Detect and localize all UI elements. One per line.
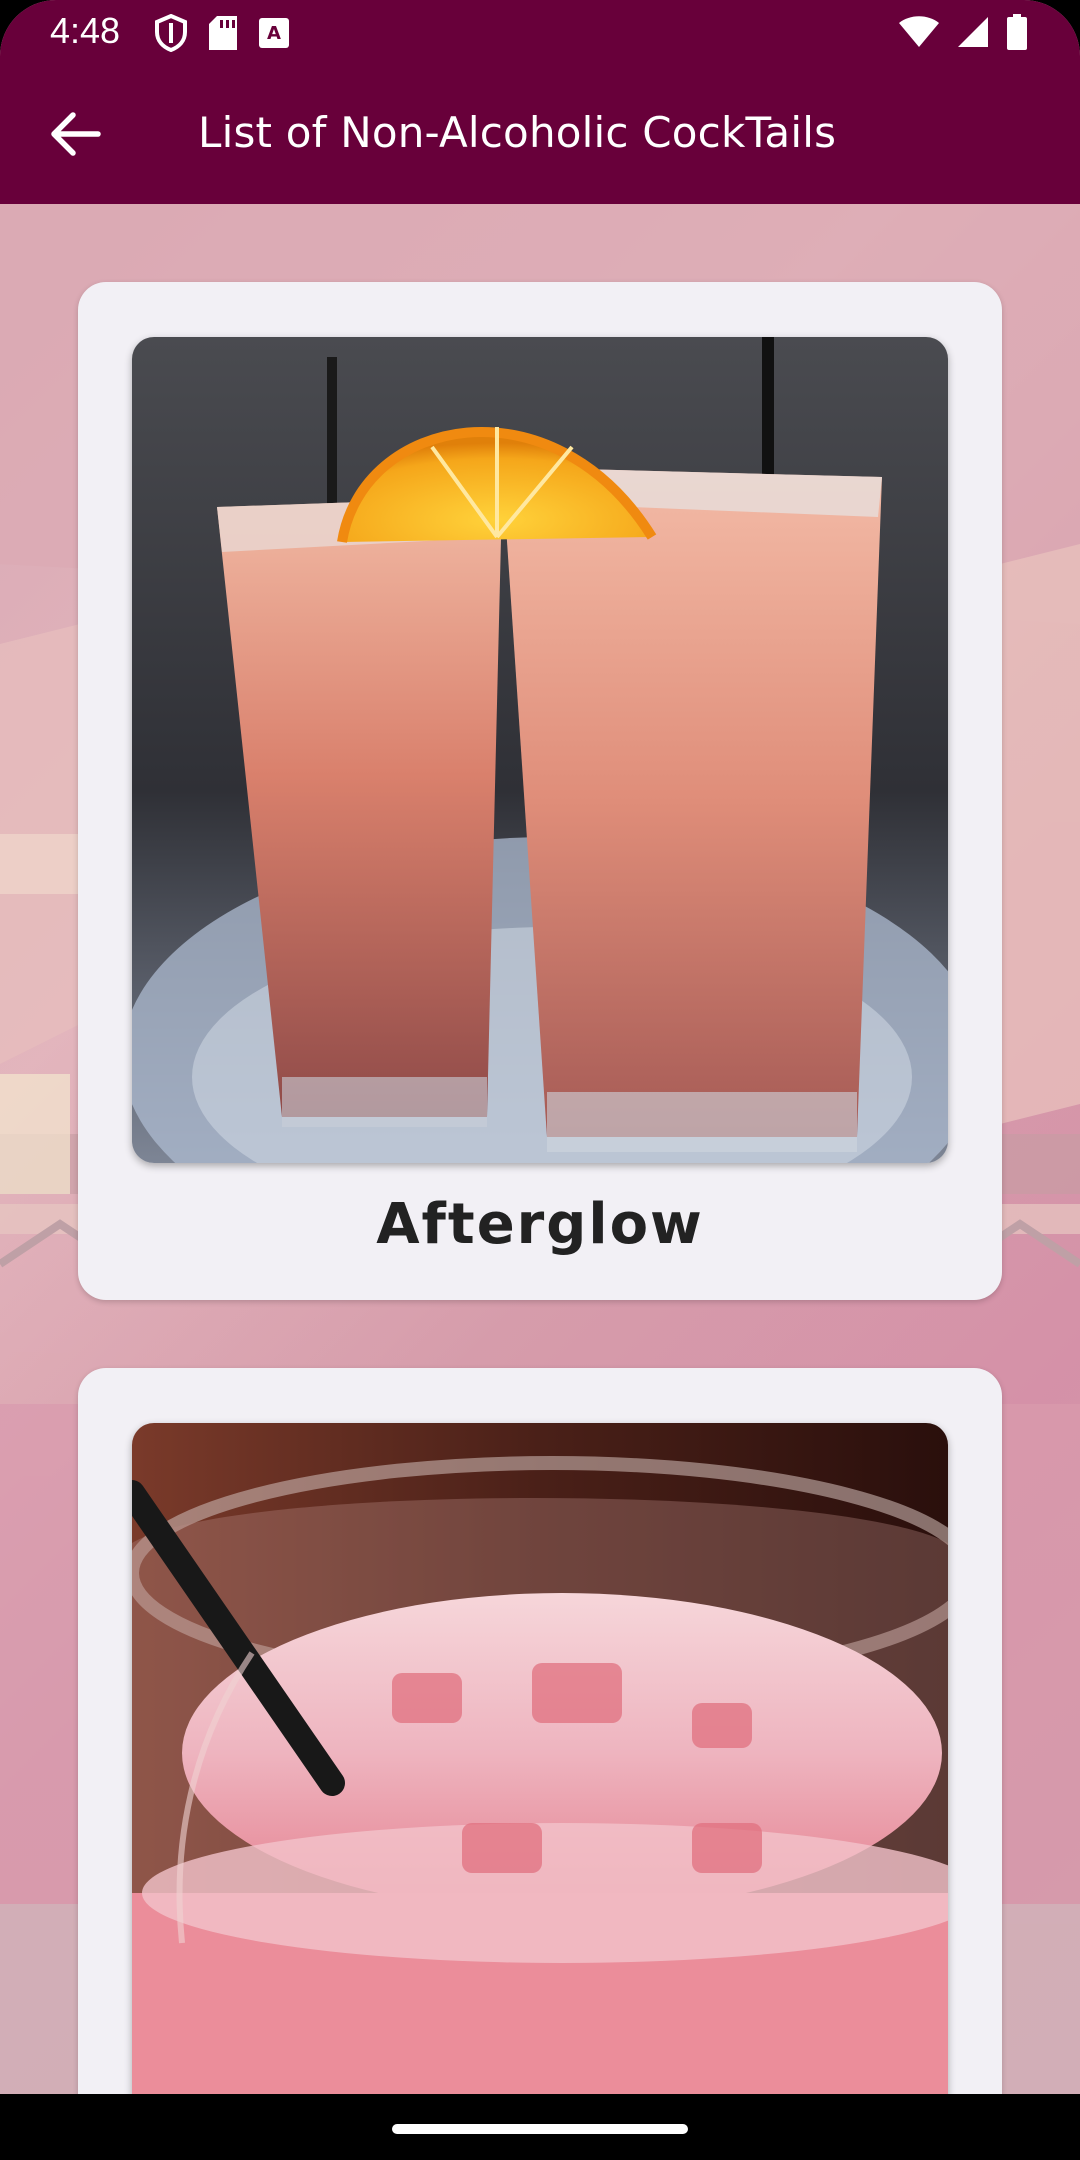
arrow-back-icon [51,112,101,160]
shield-icon [155,13,187,56]
drink-name: Afterglow [376,1192,704,1257]
app-screen: 4:48 A List of Non-Alcoholic CockTails A… [0,0,1080,2160]
drink-list[interactable]: Afterglow [0,204,1080,2094]
sd-card-icon [209,16,237,54]
app-bar: List of Non-Alcoholic CockTails [0,66,1080,204]
back-button[interactable] [36,96,116,176]
drink-card[interactable] [78,1368,1002,2094]
wifi-icon [898,15,940,53]
drink-photo [132,1423,948,2094]
page-title: List of Non-Alcoholic CockTails [198,108,837,157]
drink-card[interactable]: Afterglow [78,282,1002,1300]
text-a-icon: A [259,18,289,52]
cell-signal-icon [956,15,990,53]
status-bar: 4:48 A [0,0,1080,66]
svg-text:A: A [267,23,281,44]
battery-icon [1006,14,1028,54]
status-time: 4:48 [50,10,121,51]
drink-photo [132,337,948,1163]
home-indicator[interactable] [392,2124,688,2134]
